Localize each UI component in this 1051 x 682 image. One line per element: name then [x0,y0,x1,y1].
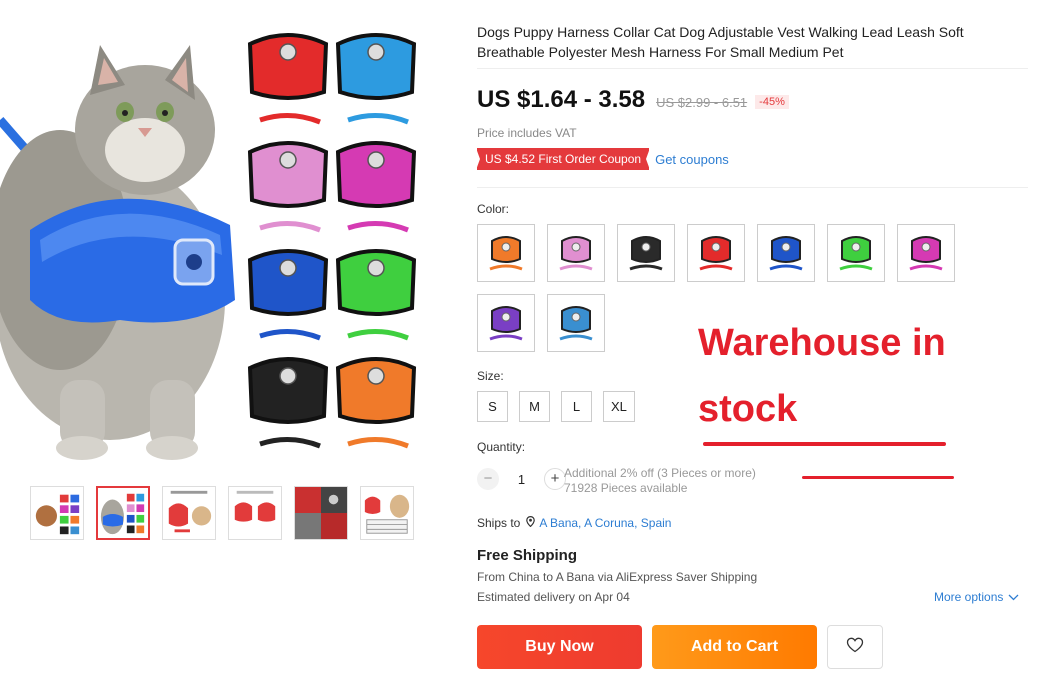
chevron-down-icon [1008,590,1019,604]
more-options-label: More options [934,590,1004,604]
coupon-row: US $4.52 First Order Coupon Get coupons [475,148,729,170]
size-label: Size: [477,369,504,383]
quantity-increase-button[interactable]: + [544,468,566,490]
pin-icon [526,515,536,530]
divider [477,187,1028,188]
color-swatch-5[interactable] [757,224,815,282]
annotation-underline [703,442,946,446]
heart-icon [846,637,864,658]
free-shipping: Free Shipping [477,547,578,564]
harness-photo-7 [247,357,329,449]
shipping-route: From China to A Bana via AliExpress Save… [477,570,758,584]
color-swatch-8[interactable] [477,294,535,352]
harness-photo-8 [335,357,417,449]
color-swatch-1[interactable] [477,224,535,282]
color-swatch-2[interactable] [547,224,605,282]
quantity-value[interactable]: 1 [499,472,544,487]
ship-location-link[interactable]: A Bana, A Coruna, Spain [539,516,671,530]
vat-note: Price includes VAT [477,126,577,140]
quantity-decrease-button[interactable]: − [477,468,499,490]
discount-badge: -45% [755,95,789,109]
buy-now-button[interactable]: Buy Now [477,625,642,669]
thumbnail-2[interactable] [96,486,150,540]
current-price: US $1.64 - 3.58 [477,86,646,113]
original-price: US $2.99 - 6.51 [656,95,748,110]
thumbnail-6[interactable] [360,486,414,540]
wishlist-button[interactable] [827,625,883,669]
size-option-xl[interactable]: XL [603,391,635,422]
color-swatch-7[interactable] [897,224,955,282]
harness-photo-3 [247,141,329,233]
quantity-label: Quantity: [477,440,526,454]
ships-to-label: Ships to [477,516,521,530]
thumbnail-5[interactable] [294,486,348,540]
color-swatch-3[interactable] [617,224,675,282]
size-option-s[interactable]: S [477,391,508,422]
price-row: US $1.64 - 3.58 US $2.99 - 6.51 -45% [477,86,789,114]
ships-to-row: Ships to A Bana, A Coruna, Spain [477,515,671,530]
annotation-underline [802,476,954,479]
harness-photo-2 [335,33,417,125]
thumbnail-strip [30,486,414,540]
size-option-l[interactable]: L [561,391,592,422]
first-order-coupon[interactable]: US $4.52 First Order Coupon [475,148,651,170]
estimated-delivery: Estimated delivery on Apr 04 [477,590,630,604]
color-label: Color: [477,202,510,216]
harness-photo-5 [247,249,329,341]
harness-photo-4 [335,141,417,233]
more-options-link[interactable]: More options [934,590,1019,604]
annotation-line-2: stock [698,388,798,430]
get-coupons-link[interactable]: Get coupons [655,152,729,167]
size-option-m[interactable]: M [519,391,550,422]
quantity-notes: Additional 2% off (3 Pieces or more) 719… [564,466,756,496]
product-title: Dogs Puppy Harness Collar Cat Dog Adjust… [477,24,964,60]
size-options: S M L XL [477,391,635,422]
main-product-image[interactable] [0,0,450,470]
color-swatch-9[interactable] [547,294,605,352]
quantity-stepper: − 1 + [477,468,566,490]
thumbnail-3[interactable] [162,486,216,540]
add-to-cart-button[interactable]: Add to Cart [652,625,817,669]
thumbnail-4[interactable] [228,486,282,540]
annotation-line-1: Warehouse in [698,322,946,364]
color-swatch-6[interactable] [827,224,885,282]
divider [477,68,1028,69]
color-swatch-4[interactable] [687,224,745,282]
stock-available: 71928 Pieces available [564,481,688,495]
thumbnail-1[interactable] [30,486,84,540]
harness-photo-6 [335,249,417,341]
harness-photo-1 [247,33,329,125]
bulk-discount-note: Additional 2% off (3 Pieces or more) [564,466,756,480]
